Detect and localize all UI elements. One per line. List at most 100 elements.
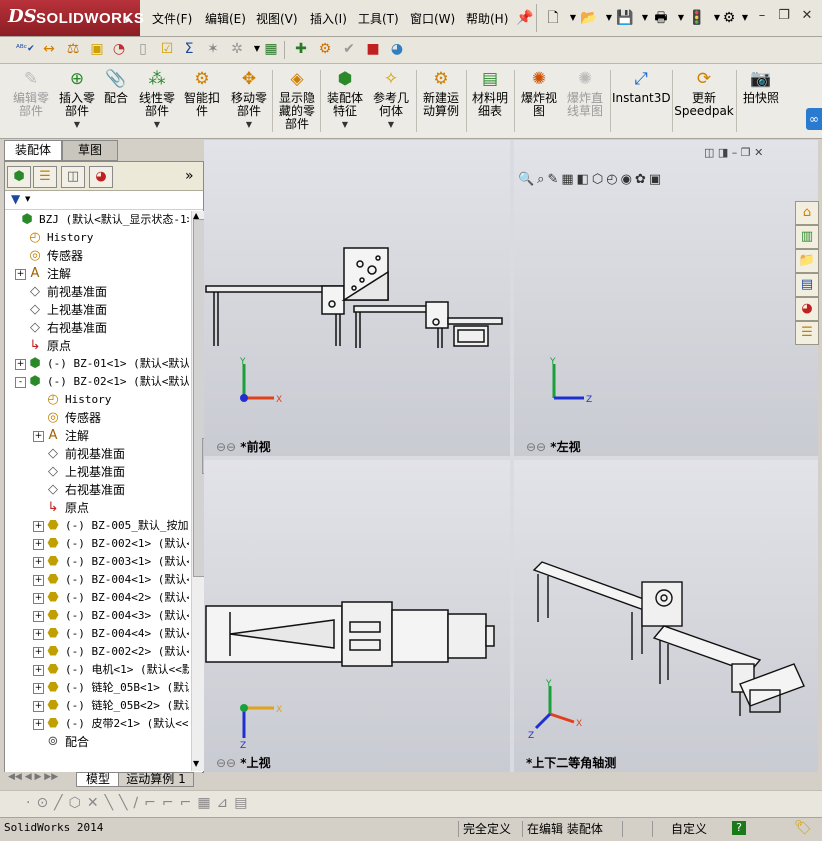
heads-up-view-toolbar[interactable]: 🔍⌕✎▦◧⬡◴◉✿▣ [518,172,664,187]
smart-fasteners-button[interactable]: ⚙ 智能扣 件 [180,68,224,118]
menu-file[interactable]: 文件(F) [152,10,192,27]
tree-item[interactable]: ◇ 上视基准面 [5,463,189,481]
viewport-window-buttons[interactable]: ◫ ◨ – ❐ ✕ [704,146,763,159]
tree-item[interactable]: + ⬣ (-) BZ-003<1> (默认<< [5,553,189,571]
file-explorer-icon[interactable]: 📁 [795,249,819,273]
expand-icon[interactable]: + [33,719,44,730]
tree-item[interactable]: + A 注解 [5,427,189,445]
instant3d-button[interactable]: ⤢ Instant3D [612,68,671,105]
tree-item[interactable]: ◇ 前视基准面 [5,283,189,301]
tree-item[interactable]: + A 注解 [5,265,189,283]
expand-icon[interactable]: + [33,539,44,550]
configuration-manager-tab-icon[interactable]: ◫ [61,166,85,188]
feature-manager-tab-icon[interactable]: ⬢ [7,166,31,188]
interference-icon[interactable]: ✶ [204,40,222,58]
tree-item[interactable]: + ⬣ (-) BZ-002<1> (默认<< [5,535,189,553]
scroll-down-icon[interactable]: ▼ [193,759,199,768]
expand-icon[interactable]: + [33,629,44,640]
new-motion-study-button[interactable]: ⚙ 新建运 动算例 [418,68,464,118]
expand-icon[interactable]: + [15,359,26,370]
print-icon[interactable]: 🖶 [652,9,670,27]
menu-edit[interactable]: 编辑(E) [205,10,246,27]
edit-component-button[interactable]: ✎ 编辑零 部件 [8,68,54,118]
hybrid-icon[interactable]: ✚ [292,40,310,58]
solidworks-logo[interactable]: DS SOLIDWORKS ▸ [0,0,144,36]
design-library-icon[interactable]: ▥ [795,225,819,249]
chevron-down-icon[interactable]: ▼ [226,118,272,131]
chevron-down-icon[interactable]: ▼ [134,118,180,131]
view-palette-icon[interactable]: ▤ [795,273,819,297]
tab-sketch[interactable]: 草图 [62,140,118,161]
close-icon[interactable]: ✕ [799,8,815,24]
tree-item[interactable]: ↳ 原点 [5,499,189,517]
insert-component-button[interactable]: ⊕ 插入零 部件 ▼ [54,68,100,131]
explode-line-sketch-button[interactable]: ✺ 爆炸直 线草图 [562,68,608,118]
new-document-icon[interactable]: 🗋 [544,9,562,27]
table-icon[interactable]: ▦ [262,40,280,58]
tab-assembly[interactable]: 装配体 [4,140,62,161]
expand-right-icon[interactable]: » [185,168,194,184]
open-folder-icon[interactable]: 📂 [580,9,598,27]
assembly-features-button[interactable]: ⬢ 装配体 特征 ▼ [322,68,368,131]
tree-item[interactable]: ◎ 传感器 [5,247,189,265]
expand-icon[interactable]: + [33,683,44,694]
tree-item[interactable]: - ⬢ (-) BZ-02<1> (默认<默认_ [5,373,189,391]
resize-grip-icon[interactable]: 🏷 [794,820,812,836]
tree-item[interactable]: ⊚ 配合 [5,733,189,751]
expand-icon[interactable]: + [15,269,26,280]
exploded-view-button[interactable]: ✺ 爆炸视 图 [516,68,562,118]
bill-of-materials-button[interactable]: ▤ 材料明 细表 [468,68,512,118]
chevron-down-icon[interactable]: ▼ [736,9,754,27]
mate-button[interactable]: 📎 配合 [98,68,134,105]
graphics-area[interactable]: Y X ⊖⊖ *前视 ◫ ◨ – ❐ ✕ 🔍⌕✎▦◧⬡◴◉✿▣ Y Z ⊖⊖ *… [204,140,818,772]
minimize-icon[interactable]: – [754,8,770,24]
appearances-icon[interactable]: ◕ [795,297,819,321]
tree-item[interactable]: + ⬣ (-) BZ-004<3> (默认<< [5,607,189,625]
tree-item[interactable]: ◎ 传感器 [5,409,189,427]
mate-controller-icon[interactable]: ⚙ [316,40,334,58]
dimension-icon[interactable]: ↔ [40,40,58,58]
tree-item[interactable]: + ⬣ (-) BZ-004<4> (默认<< [5,625,189,643]
checkbox-icon[interactable]: ☑ [158,40,176,58]
collapse-icon[interactable]: - [15,377,26,388]
tab-model[interactable]: 模型 [76,772,120,787]
assembly-xpert-icon[interactable]: ▣ [88,40,106,58]
tree-item[interactable]: ⬢ BZJ (默认<默认_显示状态-1>) [5,211,189,229]
sum-icon[interactable]: Σ [180,40,198,58]
take-snapshot-button[interactable]: 📷 拍快照 [738,68,784,105]
update-speedpak-button[interactable]: ⟳ 更新 Speedpak [674,68,734,118]
show-hidden-components-button[interactable]: ◈ 显示隐 藏的零 部件 [274,68,320,131]
tree-filter[interactable]: ▼ ▼ [5,191,203,210]
home-icon[interactable]: ⌂ [795,201,819,225]
tree-item[interactable]: ◴ History [5,391,189,409]
clearance-icon[interactable]: ✲ [228,40,246,58]
tree-item[interactable]: ◇ 右视基准面 [5,481,189,499]
expand-icon[interactable]: + [33,647,44,658]
viewport-left[interactable]: ◫ ◨ – ❐ ✕ 🔍⌕✎▦◧⬡◴◉✿▣ Y Z ⊖⊖ *左视 [514,140,818,456]
tree-item[interactable]: + ⬣ (-) 链轮_05B<1> (默认 [5,679,189,697]
tree-item[interactable]: + ⬣ (-) BZ-004<2> (默认<< [5,589,189,607]
appearance-icon[interactable]: ◕ [388,40,406,58]
restore-icon[interactable]: ❐ [776,8,792,24]
balance-icon[interactable]: ⚖ [64,40,82,58]
tab-motion-study[interactable]: 运动算例 1 [118,772,194,787]
menu-tools[interactable]: 工具(T) [358,10,399,27]
linear-pattern-button[interactable]: ⁂ 线性零 部件 ▼ [134,68,180,131]
move-component-button[interactable]: ✥ 移动零 部件 ▼ [226,68,272,131]
performance-icon[interactable]: ◔ [110,40,128,58]
chevron-down-icon[interactable]: ▼ [368,118,414,131]
expand-icon[interactable]: + [33,575,44,586]
custom-properties-icon[interactable]: ☰ [795,321,819,345]
property-manager-tab-icon[interactable]: ☰ [33,166,57,188]
color-icon[interactable]: ■ [364,40,382,58]
tree-item[interactable]: + ⬣ (-) 皮带2<1> (默认<<默 [5,715,189,733]
display-manager-tab-icon[interactable]: ◕ [89,166,113,188]
tree-scrollbar[interactable]: ▲ ▼ [191,211,205,771]
reference-geometry-button[interactable]: ✧ 参考几 何体 ▼ [368,68,414,131]
expand-icon[interactable]: + [33,701,44,712]
tree-item[interactable]: + ⬣ (-) BZ-005_默认_按加工 [5,517,189,535]
menu-view[interactable]: 视图(V) [256,10,298,27]
expand-icon[interactable]: + [33,611,44,622]
viewport-top[interactable]: X Z ⊖⊖ *上视 [204,460,510,772]
tree-item[interactable]: + ⬣ (-) 电机<1> (默认<<默 [5,661,189,679]
